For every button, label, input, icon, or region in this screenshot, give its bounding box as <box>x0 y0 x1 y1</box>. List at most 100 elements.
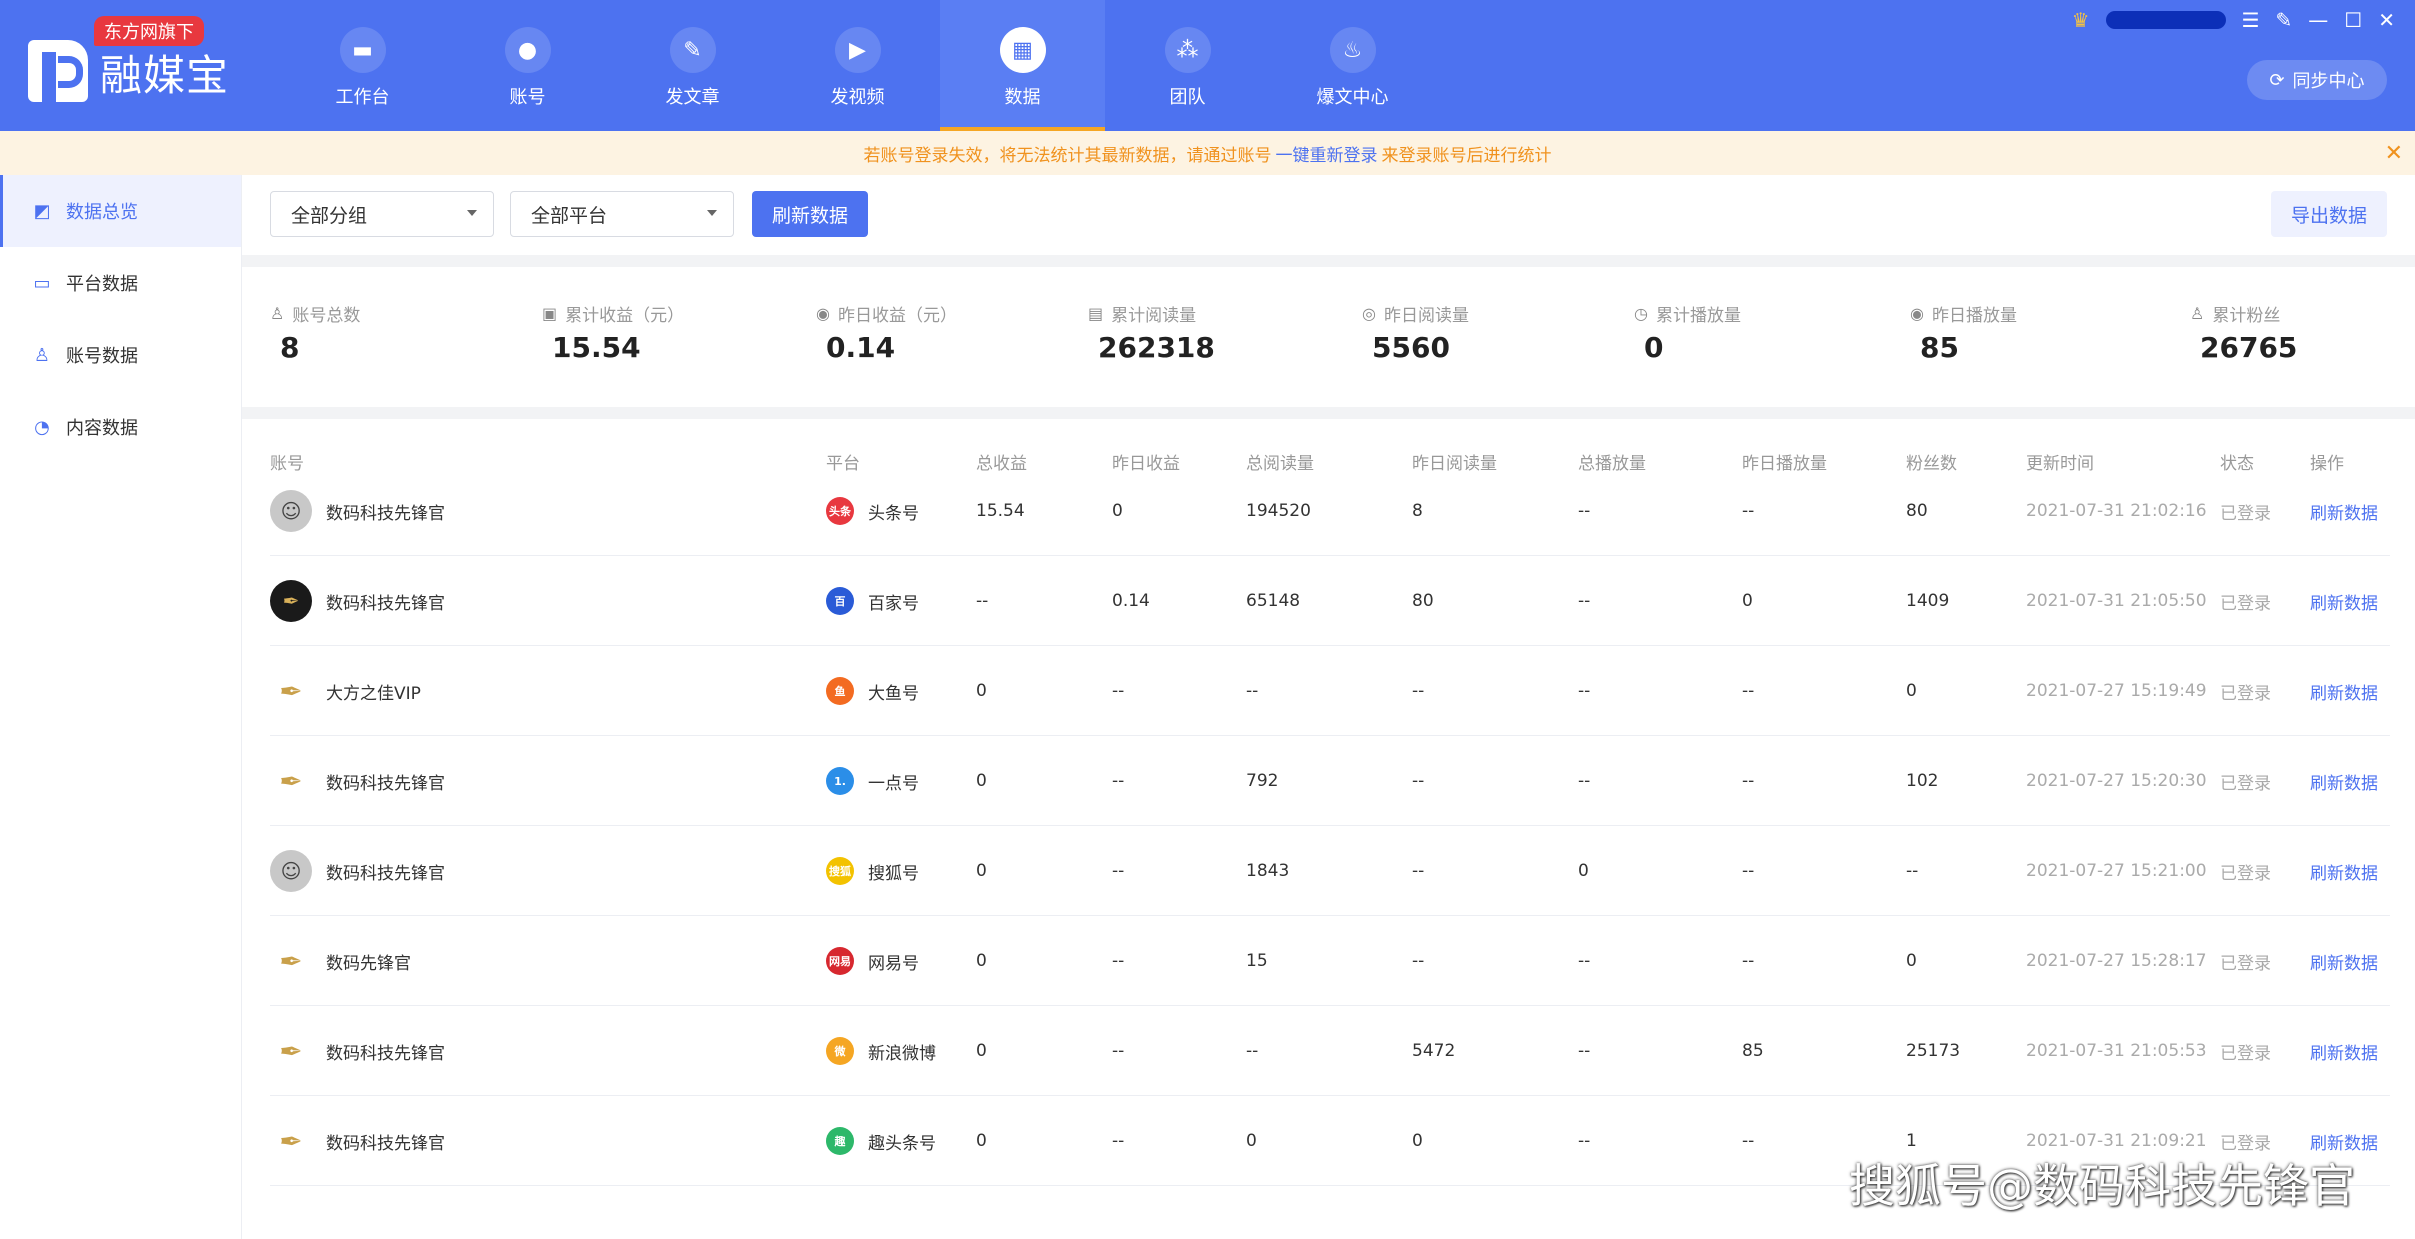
stat-label: ◎ 昨日阅读量 <box>1362 301 1469 326</box>
refresh-row-button[interactable]: 刷新数据 <box>2310 646 2378 736</box>
account-cell[interactable]: ✒ 大方之佳VIP <box>270 646 421 736</box>
login-notice-bar: 若账号登录失效，将无法统计其最新数据，请通过账号 一键重新登录 来登录账号后进行… <box>0 131 2415 175</box>
refresh-row-button[interactable]: 刷新数据 <box>2310 736 2378 826</box>
total-play-cell: -- <box>1578 771 1591 791</box>
group-select[interactable]: 全部分组 <box>270 191 494 237</box>
notice-close-icon[interactable]: ✕ <box>2385 141 2403 166</box>
stat-label-text: 昨日阅读量 <box>1383 306 1469 326</box>
total-read-cell: 65148 <box>1246 591 1301 611</box>
yday-read-cell: -- <box>1412 771 1425 791</box>
refresh-row-button[interactable]: 刷新数据 <box>2310 1006 2378 1096</box>
yday-income-cell: -- <box>1112 1131 1125 1151</box>
minimize-icon[interactable]: — <box>2308 8 2328 32</box>
chart-icon: ▦ <box>999 27 1046 73</box>
updated-cell: 2021-07-31 21:02:16 <box>2026 501 2207 521</box>
account-name: 数码科技先锋官 <box>326 503 445 524</box>
stat-value: 0.14 <box>826 331 896 364</box>
yday-read-cell: 80 <box>1412 591 1434 611</box>
yday-read-cell: 8 <box>1412 501 1423 521</box>
user-name-pill[interactable] <box>2105 11 2226 29</box>
platform-select[interactable]: 全部平台 <box>510 191 734 237</box>
nav-item-0[interactable]: ▬ 工作台 <box>280 0 445 131</box>
platform-name: 大鱼号 <box>868 683 919 704</box>
vip-crown-icon[interactable]: ♛ <box>2072 8 2090 32</box>
account-name: 数码科技先锋官 <box>326 863 445 884</box>
refresh-row-button[interactable]: 刷新数据 <box>2310 826 2378 916</box>
account-cell[interactable]: ✒ 数码科技先锋官 <box>270 736 445 826</box>
updated-cell: 2021-07-27 15:28:17 <box>2026 951 2207 971</box>
sync-label: 同步中心 <box>2292 71 2365 92</box>
nav-item-6[interactable]: ♨ 爆文中心 <box>1270 0 1435 131</box>
yday-play-cell: -- <box>1742 771 1755 791</box>
fans-cell: 0 <box>1906 681 1917 701</box>
account-cell[interactable]: ✒ 数码科技先锋官 <box>270 556 445 646</box>
yday-play-cell: 0 <box>1742 591 1753 611</box>
relogin-link[interactable]: 一键重新登录 <box>1276 141 1378 166</box>
refresh-row-button[interactable]: 刷新数据 <box>2310 556 2378 646</box>
main-content: 全部分组 全部平台 刷新数据 导出数据 ♙ 账号总数 8 ▣ 累计收益（元） 15.54 ◉… <box>242 175 2415 1239</box>
sidebar-item-label: 平台数据 <box>66 274 138 295</box>
stat-icon: ▣ <box>542 304 558 323</box>
platform-cell: 趣趣头条号 <box>826 1096 936 1186</box>
maximize-icon[interactable]: ☐ <box>2344 8 2362 32</box>
stat-label: ♙ 累计粉丝 <box>2190 301 2280 326</box>
account-name: 数码科技先锋官 <box>326 593 445 614</box>
app-badge: 东方网旗下 <box>94 16 204 46</box>
platform-logo-icon: 搜狐 <box>826 857 854 885</box>
refresh-row-button[interactable]: 刷新数据 <box>2310 466 2378 556</box>
stat-label-text: 累计播放量 <box>1655 306 1741 326</box>
platform-name: 趣头条号 <box>868 1133 936 1154</box>
platform-logo-icon: 百 <box>826 587 854 615</box>
sidebar-item-1[interactable]: ▭ 平台数据 <box>0 247 241 319</box>
table-row: ✒ 数码科技先锋官 微新浪微博 0 -- -- 5472 -- 85 25173 2021-07-3… <box>270 1006 2390 1096</box>
stat-value: 5560 <box>1372 331 1450 364</box>
yday-play-cell: -- <box>1742 501 1755 521</box>
chevron-down-icon <box>467 210 477 216</box>
total-read-cell: 15 <box>1246 951 1268 971</box>
sidebar-item-3[interactable]: ◔ 内容数据 <box>0 391 241 463</box>
nav-item-4[interactable]: ▦ 数据 <box>940 0 1105 131</box>
account-cell[interactable]: ☺ 数码科技先锋官 <box>270 466 445 556</box>
nav-item-5[interactable]: ⁂ 团队 <box>1105 0 1270 131</box>
total-read-cell: 194520 <box>1246 501 1311 521</box>
yday-income-cell: -- <box>1112 1041 1125 1061</box>
stat-icon: ◎ <box>1362 304 1376 323</box>
table-row: ✒ 数码科技先锋官 1. 一点号 0 -- 792 -- -- -- 102 2021-07-27 1… <box>270 736 2390 826</box>
close-icon[interactable]: ✕ <box>2378 8 2395 32</box>
fire-icon: ♨ <box>1329 27 1376 73</box>
feedback-icon[interactable]: ✎ <box>2276 8 2293 32</box>
logo-mark-icon <box>28 40 88 102</box>
nav-item-1[interactable]: ● 账号 <box>445 0 610 131</box>
platform-name: 头条号 <box>868 503 919 524</box>
fans-cell: 1409 <box>1906 591 1950 611</box>
account-cell[interactable]: ☺ 数码科技先锋官 <box>270 826 445 916</box>
yday-income-cell: -- <box>1112 951 1125 971</box>
platform-logo-icon: 趣 <box>826 1127 854 1155</box>
refresh-data-button[interactable]: 刷新数据 <box>752 191 868 237</box>
updated-cell: 2021-07-31 21:05:53 <box>2026 1041 2207 1061</box>
export-data-button[interactable]: 导出数据 <box>2271 191 2387 237</box>
group-select-value: 全部分组 <box>291 204 368 227</box>
nav-item-2[interactable]: ✎ 发文章 <box>610 0 775 131</box>
refresh-row-button[interactable]: 刷新数据 <box>2310 916 2378 1006</box>
yday-read-cell: -- <box>1412 951 1425 971</box>
sync-center-button[interactable]: ⟳ 同步中心 <box>2247 60 2387 100</box>
yday-read-cell: -- <box>1412 861 1425 881</box>
platform-cell: 微新浪微博 <box>826 1006 936 1096</box>
account-cell[interactable]: ✒ 数码科技先锋官 <box>270 1006 445 1096</box>
status-cell: 已登录 <box>2220 593 2271 614</box>
sidebar-item-0[interactable]: ◩ 数据总览 <box>0 175 241 247</box>
platform-name: 网易号 <box>868 953 919 974</box>
nav-item-3[interactable]: ▶ 发视频 <box>775 0 940 131</box>
total-read-cell: -- <box>1246 1041 1259 1061</box>
menu-icon[interactable]: ☰ <box>2242 8 2260 32</box>
stat-card: ◉ 昨日收益（元） 0.14 <box>788 267 1048 407</box>
account-cell[interactable]: ✒ 数码科技先锋官 <box>270 1096 445 1186</box>
sidebar-item-2[interactable]: ♙ 账号数据 <box>0 319 241 391</box>
yday-read-cell: 0 <box>1412 1131 1423 1151</box>
account-cell[interactable]: ✒ 数码先锋官 <box>270 916 411 1006</box>
yday-read-cell: 5472 <box>1412 1041 1456 1061</box>
total-play-cell: -- <box>1578 681 1591 701</box>
pie-icon: ◔ <box>34 416 50 438</box>
platform-cell: 鱼大鱼号 <box>826 646 919 736</box>
